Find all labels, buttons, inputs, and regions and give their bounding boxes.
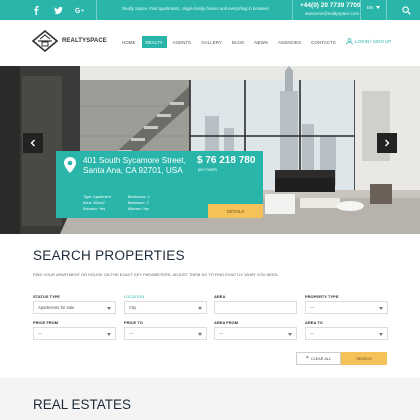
user-icon [346, 38, 353, 45]
area-from-label: AREA FROM [214, 320, 239, 325]
search-button[interactable]: SEARCH [341, 352, 387, 365]
tagline: Realty Space. Find apartments, single-fa… [122, 6, 269, 11]
property-type-label: PROPERTY TYPE [305, 294, 339, 299]
search-section-title: SEARCH PROPERTIES [33, 248, 185, 263]
nav-item-agents[interactable]: AGENTS [169, 36, 196, 48]
search-icon [401, 5, 411, 15]
price-period: per month [198, 167, 217, 172]
close-icon: × [305, 355, 309, 361]
nav-item-news[interactable]: NEWS [250, 36, 272, 48]
chevron-right-icon [385, 139, 390, 147]
chevron-down-icon [198, 307, 202, 310]
map-pin-icon [64, 157, 76, 173]
chevron-down-icon [379, 307, 383, 310]
email-address[interactable]: awesome@realtyspace.com [305, 11, 359, 16]
nav-item-blog[interactable]: BLOG [228, 36, 249, 48]
price-to-select[interactable]: --- [124, 327, 207, 340]
prev-slide-button[interactable] [23, 133, 43, 153]
property-type-select[interactable]: --- [305, 301, 388, 314]
divider [360, 0, 361, 20]
property-card[interactable]: 401 South Sycamore Street, Santa Ana, CA… [56, 151, 263, 218]
next-slide-button[interactable] [377, 133, 397, 153]
site-header: REALTYSPACE HOME REALTY AGENTS GALLERY B… [0, 20, 420, 66]
chevron-down-icon [288, 333, 292, 336]
google-plus-icon[interactable] [72, 0, 86, 20]
price-to-label: PRICE TO [124, 320, 143, 325]
chevron-left-icon [30, 139, 35, 147]
logo-icon[interactable] [32, 30, 58, 52]
nav-item-contacts[interactable]: CONTACTS [307, 36, 339, 48]
spec-elevator: Elevator: Yes [83, 207, 106, 211]
price-from-label: PRICE FROM [33, 320, 59, 325]
details-button[interactable]: DETAILS [208, 204, 263, 218]
divider [96, 0, 97, 20]
nav-item-realty[interactable]: REALTY [141, 36, 167, 48]
clear-all-button[interactable]: × CLEAR ALL [296, 352, 341, 365]
top-bar: Realty Space. Find apartments, single-fa… [0, 0, 420, 20]
nav-item-agencies[interactable]: AGENCIES [274, 36, 305, 48]
location-label: LOCATION [124, 294, 145, 299]
location-select[interactable]: City [124, 301, 207, 314]
main-nav: HOME REALTY AGENTS GALLERY BLOG NEWS AGE… [118, 36, 342, 48]
divider [292, 0, 293, 20]
divider [386, 0, 387, 20]
login-label: LOGIN / SIGN UP [355, 39, 392, 44]
search-description: FIND YOUR APARTMENT OR HOUSE ON THE EXAC… [33, 272, 279, 277]
logo-text[interactable]: REALTYSPACE [62, 38, 107, 44]
property-address[interactable]: 401 South Sycamore Street, Santa Ana, CA… [83, 156, 193, 175]
spec-kitchen: Kitchen: Yes [128, 207, 149, 211]
chevron-down-icon [198, 333, 202, 336]
area-label: AREA [214, 294, 226, 299]
real-estates-title: REAL ESTATES [33, 397, 132, 412]
area-to-select[interactable]: --- [305, 327, 388, 340]
clear-all-label: CLEAR ALL [310, 356, 332, 361]
nav-item-home[interactable]: HOME [118, 36, 140, 48]
status-type-select[interactable]: Apartments for sale [33, 301, 116, 314]
login-link[interactable]: LOGIN / SIGN UP [346, 38, 391, 45]
area-input[interactable] [214, 301, 297, 314]
area-to-label: AREA TO [305, 320, 323, 325]
status-type-label: STATUS TYPE [33, 294, 60, 299]
price-from-select[interactable]: --- [33, 327, 116, 340]
area-from-select[interactable]: --- [214, 327, 297, 340]
chevron-down-icon [376, 6, 380, 9]
nav-item-gallery[interactable]: GALLERY [197, 36, 226, 48]
property-price: $ 76 218 780 [197, 155, 256, 166]
twitter-icon[interactable] [52, 0, 64, 20]
language-selector[interactable]: EN [367, 5, 373, 10]
chevron-down-icon [379, 333, 383, 336]
phone-number[interactable]: +44(0) 20 7739 7700 [300, 2, 361, 9]
search-toggle-button[interactable] [392, 0, 420, 20]
chevron-down-icon [107, 333, 111, 336]
chevron-down-icon [107, 307, 111, 310]
facebook-icon[interactable] [30, 0, 42, 20]
real-estates-section: REAL ESTATES [0, 378, 420, 420]
